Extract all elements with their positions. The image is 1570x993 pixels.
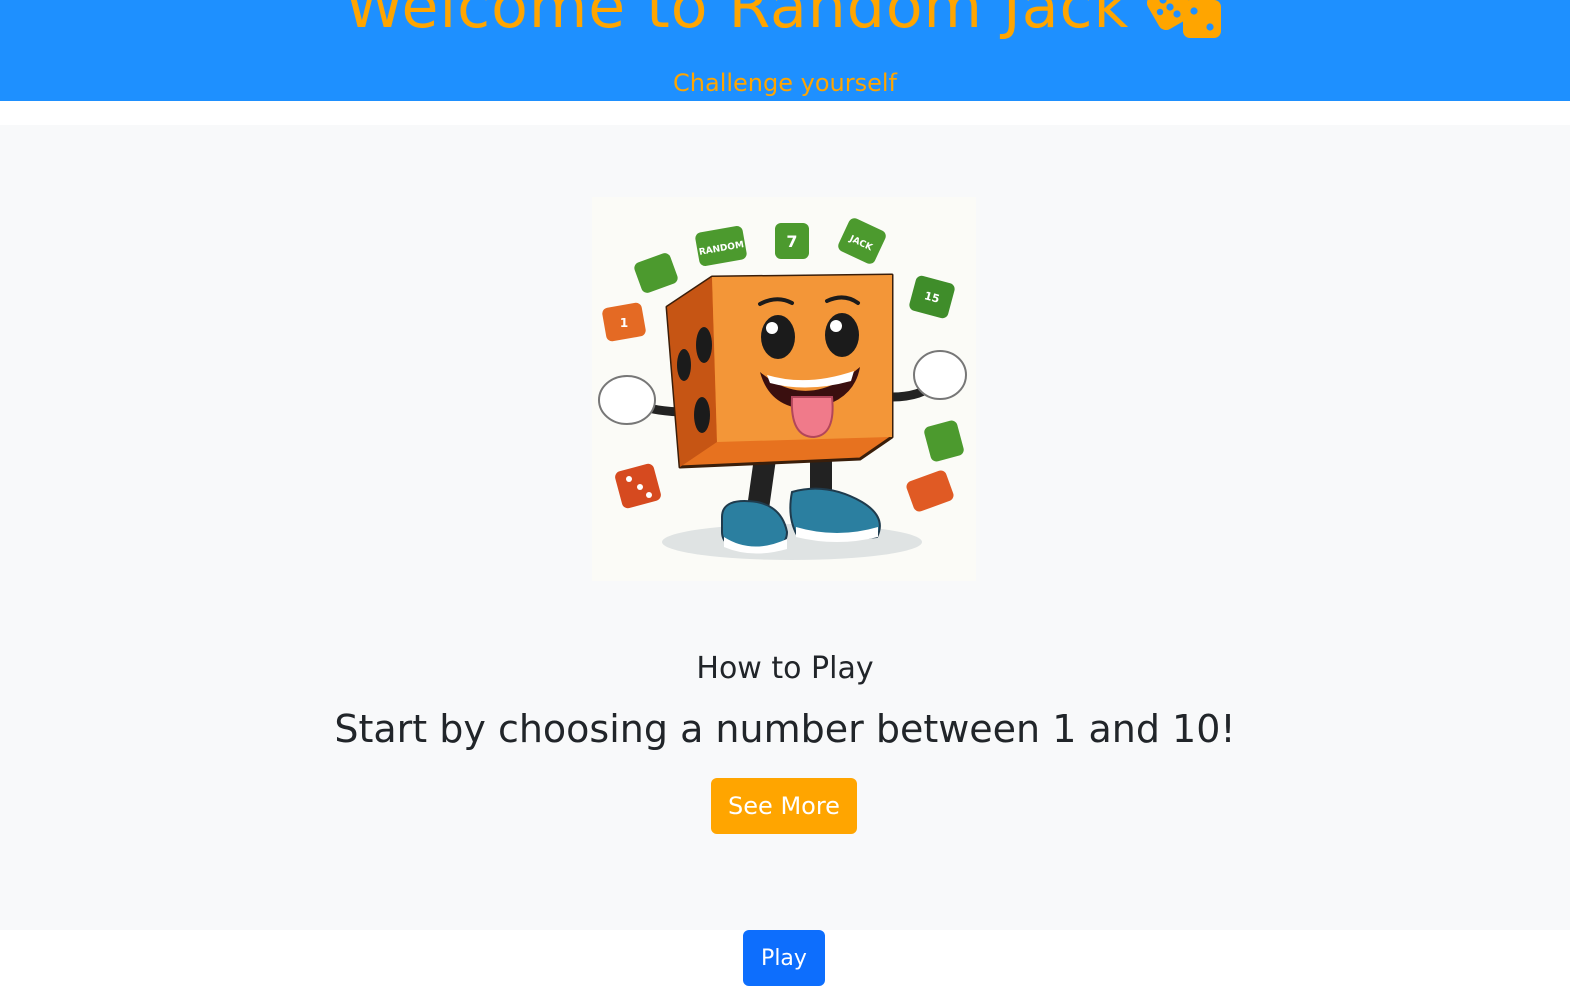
play-button[interactable]: Play	[743, 930, 825, 986]
instruction-text: Start by choosing a number between 1 and…	[334, 707, 1236, 751]
page-subtitle: Challenge yourself	[673, 69, 897, 97]
hero-dice-character-image: RANDOM 7 JACK 1 15	[592, 197, 976, 581]
page-title: Welcome to Random Jack	[344, 0, 1130, 42]
dice-label-one: 1	[620, 316, 628, 330]
dice-label-seven: 7	[786, 232, 797, 251]
main-section: RANDOM 7 JACK 1 15 How to Play Start by …	[0, 125, 1570, 930]
see-more-button[interactable]: See More	[711, 778, 857, 834]
title-row: Welcome to Random Jack	[0, 0, 1570, 40]
dice-icon	[1147, 0, 1222, 38]
how-to-play-heading: How to Play	[696, 651, 874, 686]
site-header: Welcome to Random Jack Challenge yoursel…	[0, 0, 1570, 101]
